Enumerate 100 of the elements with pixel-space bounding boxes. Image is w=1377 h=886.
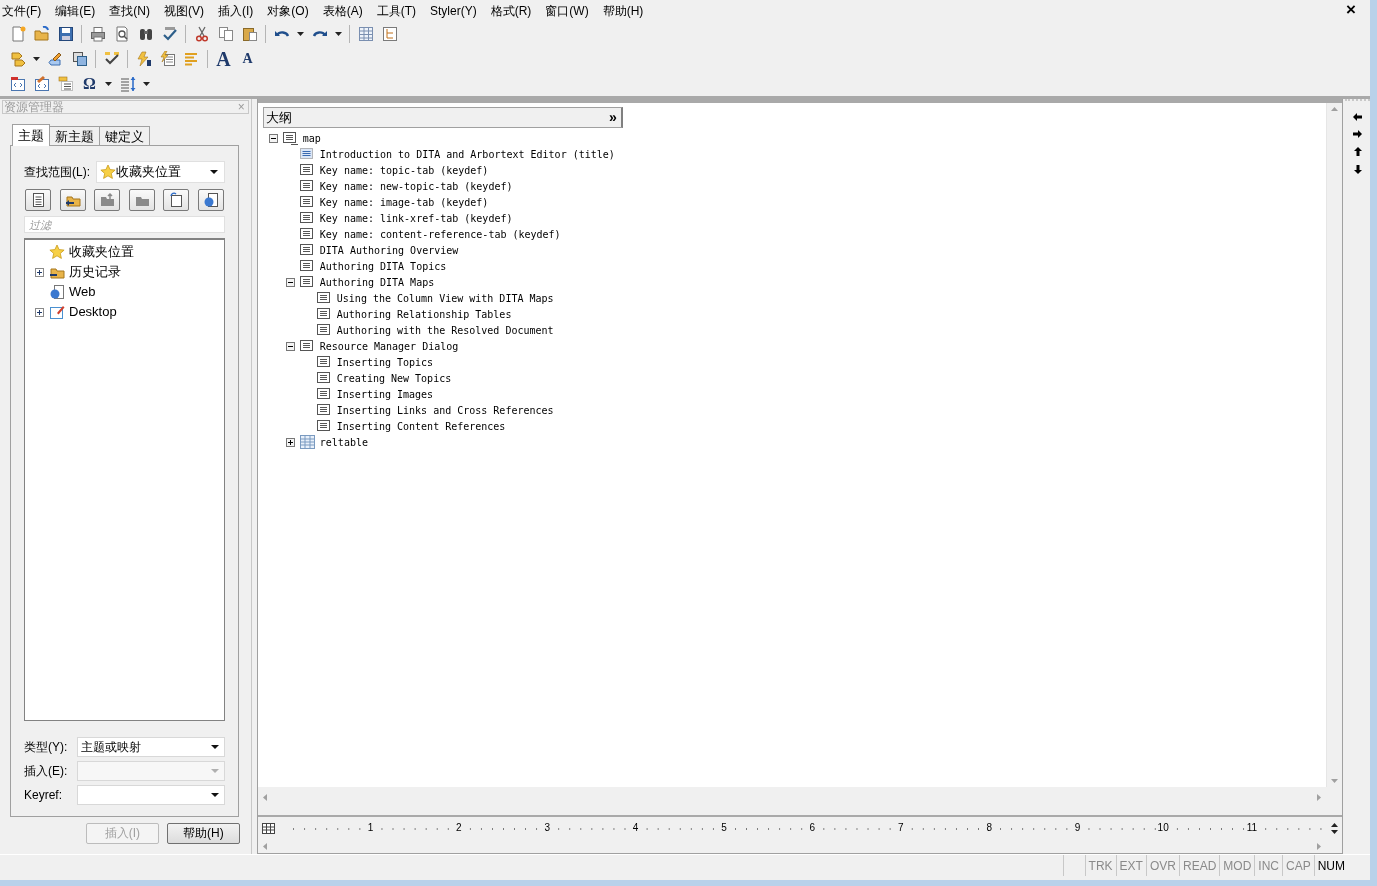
tree-item[interactable]: 收藏夹位置 bbox=[69, 242, 134, 262]
globe-document-icon bbox=[49, 284, 65, 300]
up-folder-button[interactable] bbox=[94, 189, 121, 211]
folder-button[interactable] bbox=[128, 189, 155, 211]
menu-item[interactable]: 编辑(E) bbox=[55, 1, 96, 20]
menu-item[interactable]: 帮助(H) bbox=[602, 1, 644, 20]
collapse-icon[interactable] bbox=[285, 341, 295, 351]
outline-item[interactable]: Authoring DITA Maps bbox=[319, 274, 435, 290]
outline-item[interactable]: reltable bbox=[319, 434, 368, 450]
document-icon bbox=[299, 195, 315, 209]
tree-item[interactable]: 历史记录 bbox=[69, 262, 121, 282]
expand-icon[interactable] bbox=[35, 307, 44, 317]
save-icon bbox=[57, 25, 74, 42]
scroll-right-icon bbox=[1317, 842, 1321, 850]
outline-item[interactable]: Resource Manager Dialog bbox=[319, 338, 459, 354]
menu-item[interactable]: 表格(A) bbox=[322, 1, 363, 20]
outline-item[interactable]: DITA Authoring Overview bbox=[319, 242, 459, 258]
caret-icon bbox=[33, 56, 40, 61]
close-button[interactable]: × bbox=[1346, 0, 1356, 20]
type-dropdown[interactable]: 主题或映射 bbox=[77, 737, 225, 757]
special-character-button[interactable]: Ω bbox=[78, 72, 101, 95]
desktop-document-icon bbox=[49, 304, 65, 320]
menu-item[interactable]: 格式(R) bbox=[490, 1, 532, 20]
vertical-scrollbar[interactable] bbox=[1326, 103, 1342, 788]
outline-item[interactable]: Authoring Relationship Tables bbox=[336, 306, 512, 322]
document-icon bbox=[316, 323, 332, 337]
outline-item[interactable]: Introduction to DITA and Arbortext Editor (title) bbox=[319, 146, 615, 162]
menu-item[interactable]: 视图(V) bbox=[164, 1, 204, 20]
collapse-icon[interactable] bbox=[268, 133, 278, 143]
pencil-tag-icon bbox=[47, 50, 64, 67]
table-grid-icon[interactable] bbox=[261, 822, 275, 834]
menu-item[interactable]: 工具(T) bbox=[376, 1, 416, 20]
outline-item[interactable]: Key name: content-reference-tab (keydef) bbox=[319, 226, 561, 242]
decrease-font-button[interactable]: A bbox=[236, 47, 259, 70]
right-arrow-icon[interactable] bbox=[1353, 130, 1362, 138]
outline-item[interactable]: Creating New Topics bbox=[336, 370, 452, 386]
down-arrow-icon[interactable] bbox=[1353, 165, 1362, 174]
outline-item[interactable]: Authoring DITA Topics bbox=[319, 258, 447, 274]
title-icon bbox=[299, 147, 315, 161]
filter-field[interactable]: 过滤 bbox=[24, 216, 225, 233]
document-icon bbox=[316, 371, 332, 385]
lines-icon bbox=[183, 50, 200, 67]
menu-item[interactable]: Styler(Y) bbox=[430, 1, 477, 20]
document-icon bbox=[316, 291, 332, 305]
back-folder-button[interactable] bbox=[59, 189, 86, 211]
status-indicator: MOD bbox=[1219, 855, 1255, 876]
document-button[interactable] bbox=[25, 189, 51, 211]
globe-document-button[interactable] bbox=[197, 189, 224, 211]
outline-item[interactable]: Using the Column View with DITA Maps bbox=[336, 290, 554, 306]
up-arrow-icon[interactable] bbox=[1353, 147, 1362, 156]
left-arrow-icon[interactable] bbox=[1353, 113, 1362, 121]
table-icon bbox=[357, 25, 374, 42]
document-icon bbox=[299, 211, 315, 225]
outline-item[interactable]: Authoring with the Resolved Document bbox=[336, 322, 554, 338]
document-icon bbox=[299, 259, 315, 273]
globe-document-icon bbox=[202, 192, 219, 208]
lightning-icon bbox=[135, 50, 152, 67]
outline-item[interactable]: Key name: image-tab (keydef) bbox=[319, 194, 489, 210]
expand-icon[interactable] bbox=[35, 267, 44, 277]
tag-icon bbox=[9, 50, 26, 67]
tab[interactable]: 键定义 bbox=[99, 126, 150, 145]
refresh-document-button[interactable] bbox=[163, 189, 190, 211]
menu-item[interactable]: 查找(N) bbox=[109, 1, 150, 20]
menu-item[interactable]: 对象(O) bbox=[267, 1, 309, 20]
outline-item[interactable]: Inserting Content References bbox=[336, 418, 506, 434]
document-icon bbox=[299, 179, 315, 193]
outline-item[interactable]: Key name: topic-tab (keydef) bbox=[319, 162, 489, 178]
outline-item[interactable]: Inserting Topics bbox=[336, 354, 434, 370]
menu-item[interactable]: 文件(F) bbox=[2, 1, 42, 20]
outline-item[interactable]: map bbox=[302, 130, 321, 146]
copy-icon bbox=[217, 25, 234, 42]
edit-tag-icon bbox=[33, 75, 50, 92]
outline-item[interactable]: Inserting Links and Cross References bbox=[336, 402, 554, 418]
refresh-document-icon bbox=[168, 192, 185, 208]
outline-title: 大纲 bbox=[265, 108, 292, 127]
document-icon bbox=[30, 192, 46, 208]
tree-item[interactable]: Web bbox=[69, 282, 96, 302]
caret-icon bbox=[210, 745, 219, 749]
caret-icon bbox=[297, 31, 304, 36]
up-folder-icon bbox=[99, 192, 116, 208]
menu-item[interactable]: 插入(I) bbox=[218, 1, 254, 20]
increase-font-button[interactable]: A bbox=[212, 47, 235, 70]
outline-item[interactable]: Key name: new-topic-tab (keydef) bbox=[319, 178, 513, 194]
document-icon bbox=[316, 387, 332, 401]
scope-dropdown[interactable]: 收藏夹位置 bbox=[96, 161, 225, 183]
expand-button[interactable]: » bbox=[609, 107, 617, 128]
menu-item[interactable]: 窗口(W) bbox=[545, 1, 589, 20]
expand-icon[interactable] bbox=[285, 437, 295, 447]
document-icon bbox=[299, 243, 315, 257]
dialog-button[interactable]: 帮助(H) bbox=[166, 823, 240, 844]
collapse-icon[interactable] bbox=[285, 277, 295, 287]
spell-check-icon bbox=[161, 25, 178, 42]
outline-item[interactable]: Inserting Images bbox=[336, 386, 434, 402]
caret-icon bbox=[335, 31, 342, 36]
outline-item[interactable]: Key name: link-xref-tab (keydef) bbox=[319, 210, 513, 226]
down-caret-icon bbox=[1330, 829, 1338, 834]
star-icon bbox=[100, 164, 116, 180]
tab[interactable]: 主题 bbox=[12, 124, 50, 146]
tree-item[interactable]: Desktop bbox=[69, 302, 117, 322]
tab[interactable]: 新主题 bbox=[49, 126, 100, 145]
